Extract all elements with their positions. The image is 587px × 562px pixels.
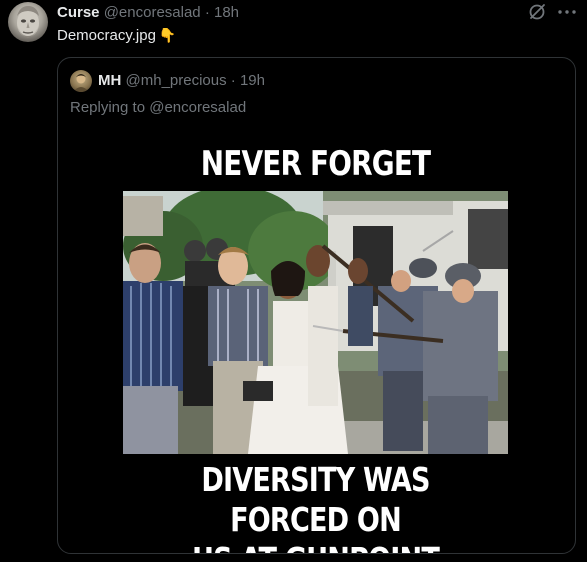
grok-icon[interactable] bbox=[527, 2, 547, 22]
meme-bottom-caption: DIVERSITY WAS FORCED ON US AT GUNPOINT bbox=[158, 460, 474, 553]
profile-photo-icon bbox=[73, 74, 89, 92]
user-handle[interactable]: @encoresalad bbox=[104, 4, 201, 21]
separator-dot: · bbox=[230, 72, 236, 89]
meme-top-caption: NEVER FORGET bbox=[200, 144, 431, 184]
quoted-timestamp[interactable]: 19h bbox=[240, 72, 265, 89]
replying-to-handle[interactable]: @encoresalad bbox=[149, 99, 246, 116]
tweet-header: Curse @encoresalad · 18h bbox=[57, 4, 239, 22]
quoted-user-avatar[interactable] bbox=[70, 70, 92, 92]
quoted-tweet-header: MH @mh_precious · 19h bbox=[98, 72, 265, 90]
replying-to-line: Replying to @encoresalad bbox=[70, 99, 246, 117]
more-options-icon[interactable] bbox=[556, 2, 578, 22]
meme-bottom-line-2: US AT GUNPOINT bbox=[158, 540, 474, 553]
tweet-text-body: Democracy.jpg bbox=[57, 27, 156, 44]
pointing-down-emoji: 👇 bbox=[158, 27, 177, 43]
quoted-tweet-image[interactable]: NEVER FORGET DIVERSITY WAS FORCED ON bbox=[123, 134, 508, 553]
tweet-text: Democracy.jpg 👇 bbox=[57, 26, 176, 45]
historical-photo bbox=[123, 191, 508, 454]
statue-face-icon bbox=[17, 6, 39, 38]
user-avatar[interactable] bbox=[8, 2, 48, 42]
display-name[interactable]: Curse bbox=[57, 4, 100, 21]
quoted-tweet[interactable]: MH @mh_precious · 19h Replying to @encor… bbox=[57, 57, 576, 554]
timestamp[interactable]: 18h bbox=[214, 4, 239, 21]
separator-dot: · bbox=[204, 4, 210, 21]
quoted-display-name[interactable]: MH bbox=[98, 72, 121, 89]
meme-bottom-line-1: DIVERSITY WAS FORCED ON bbox=[201, 460, 430, 539]
replying-to-prefix: Replying to bbox=[70, 99, 150, 116]
tweet[interactable]: Curse @encoresalad · 18h Democracy.jpg 👇 … bbox=[0, 0, 587, 562]
quoted-user-handle[interactable]: @mh_precious bbox=[126, 72, 227, 89]
